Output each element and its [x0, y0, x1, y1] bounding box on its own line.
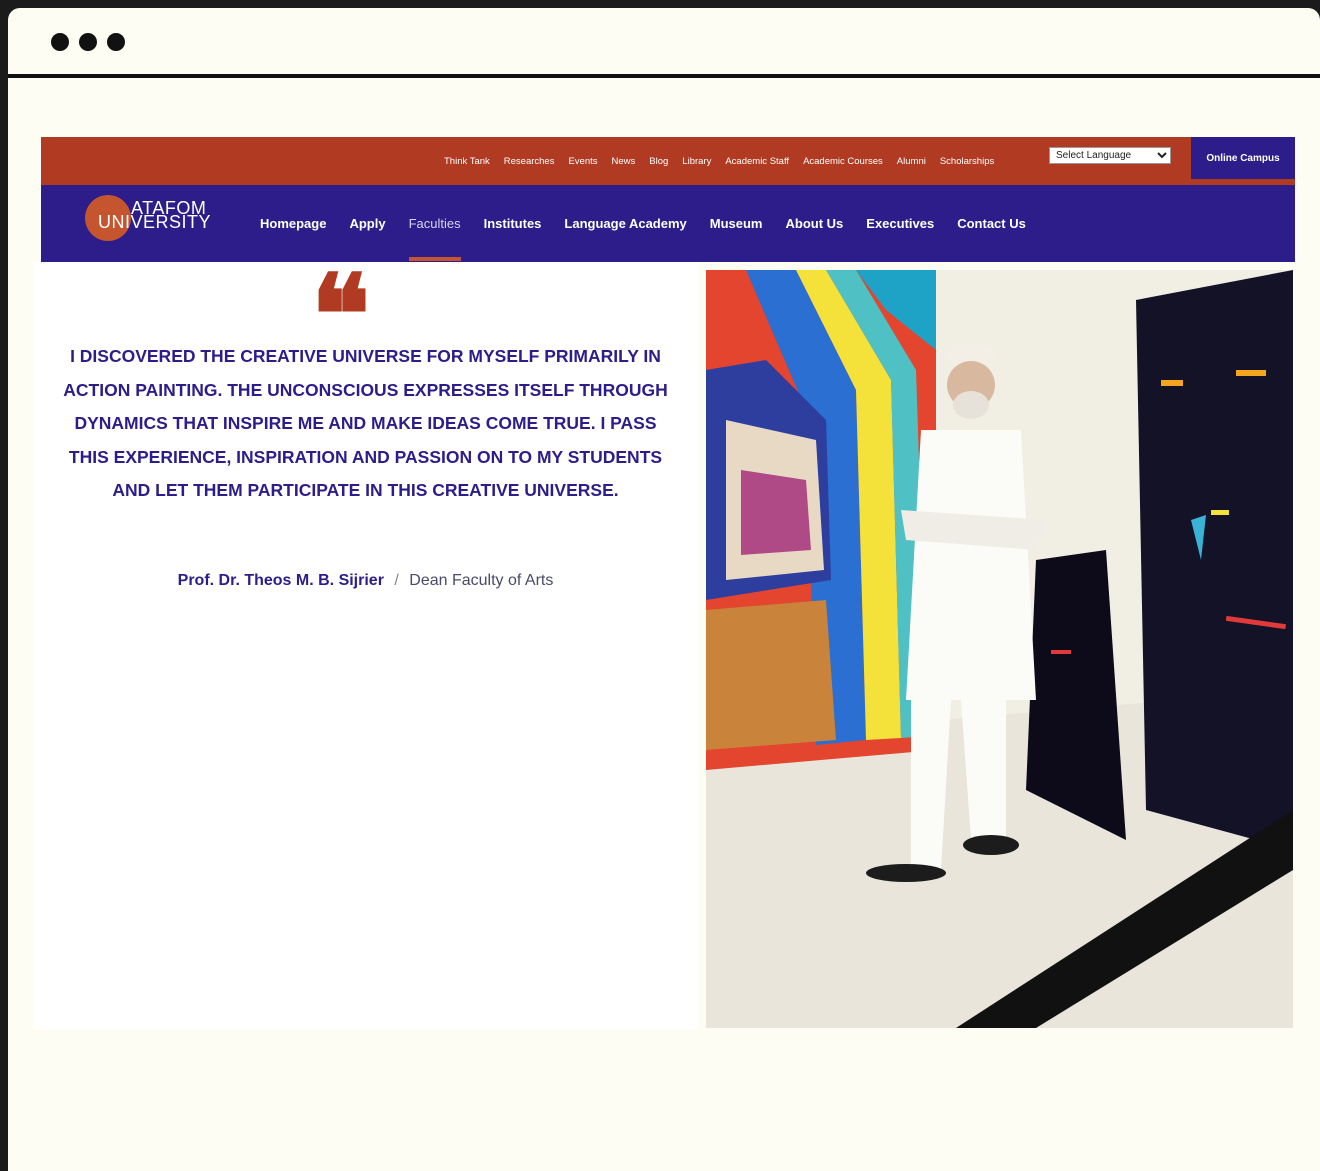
window-dot-icon[interactable]	[51, 33, 69, 51]
utility-link-academic-staff[interactable]: Academic Staff	[725, 156, 789, 167]
window-dot-icon[interactable]	[79, 33, 97, 51]
nav-item-homepage[interactable]: Homepage	[260, 216, 326, 231]
author-name: Prof. Dr. Theos M. B. Sijrier	[177, 572, 384, 589]
nav-links: Homepage Apply Faculties Institutes Lang…	[260, 185, 1026, 262]
main-navigation: ATAFOM UNIVERSITY Homepage Apply Faculti…	[41, 185, 1295, 262]
artist-photo-image	[706, 270, 1293, 1028]
nav-item-executives[interactable]: Executives	[866, 216, 934, 231]
author-separator: /	[394, 572, 399, 589]
nav-item-faculties[interactable]: Faculties	[408, 216, 461, 261]
quote-text: I DISCOVERED THE CREATIVE UNIVERSE FOR M…	[63, 346, 668, 500]
nav-item-institutes[interactable]: Institutes	[484, 216, 542, 231]
utility-link-researches[interactable]: Researches	[504, 156, 555, 167]
nav-item-museum[interactable]: Museum	[710, 216, 763, 231]
utility-link-alumni[interactable]: Alumni	[897, 156, 926, 167]
window-dot-icon[interactable]	[107, 33, 125, 51]
window-titlebar	[8, 8, 1320, 78]
university-logo[interactable]: ATAFOM UNIVERSITY	[85, 193, 215, 245]
browser-window: Think Tank Researches Events News Blog L…	[8, 8, 1320, 1171]
quote-author: Prof. Dr. Theos M. B. Sijrier / Dean Fac…	[33, 572, 698, 590]
utility-link-news[interactable]: News	[612, 156, 636, 167]
nav-item-apply[interactable]: Apply	[349, 216, 385, 231]
utility-links: Think Tank Researches Events News Blog L…	[444, 137, 994, 185]
top-utility-bar: Think Tank Researches Events News Blog L…	[41, 137, 1295, 185]
utility-link-blog[interactable]: Blog	[649, 156, 668, 167]
logo-text-line2: UNIVERSITY	[98, 212, 212, 232]
language-select[interactable]: Select Language	[1049, 147, 1171, 164]
nav-item-contact-us[interactable]: Contact Us	[957, 216, 1026, 231]
faculty-quote-section: ❝ I DISCOVERED THE CREATIVE UNIVERSE FOR…	[33, 260, 1295, 1029]
dean-photo	[706, 270, 1293, 1028]
nav-item-about-us[interactable]: About Us	[786, 216, 844, 231]
author-role: Dean Faculty of Arts	[409, 572, 554, 589]
utility-link-scholarships[interactable]: Scholarships	[940, 156, 994, 167]
quote-block: ❝ I DISCOVERED THE CREATIVE UNIVERSE FOR…	[33, 260, 698, 1029]
utility-link-events[interactable]: Events	[568, 156, 597, 167]
utility-link-library[interactable]: Library	[682, 156, 711, 167]
utility-link-academic-courses[interactable]: Academic Courses	[803, 156, 883, 167]
online-campus-button[interactable]: Online Campus	[1191, 137, 1295, 179]
website: Think Tank Researches Events News Blog L…	[33, 137, 1295, 1029]
window-controls	[51, 33, 125, 51]
nav-item-language-academy[interactable]: Language Academy	[564, 216, 686, 231]
utility-link-think-tank[interactable]: Think Tank	[444, 156, 490, 167]
